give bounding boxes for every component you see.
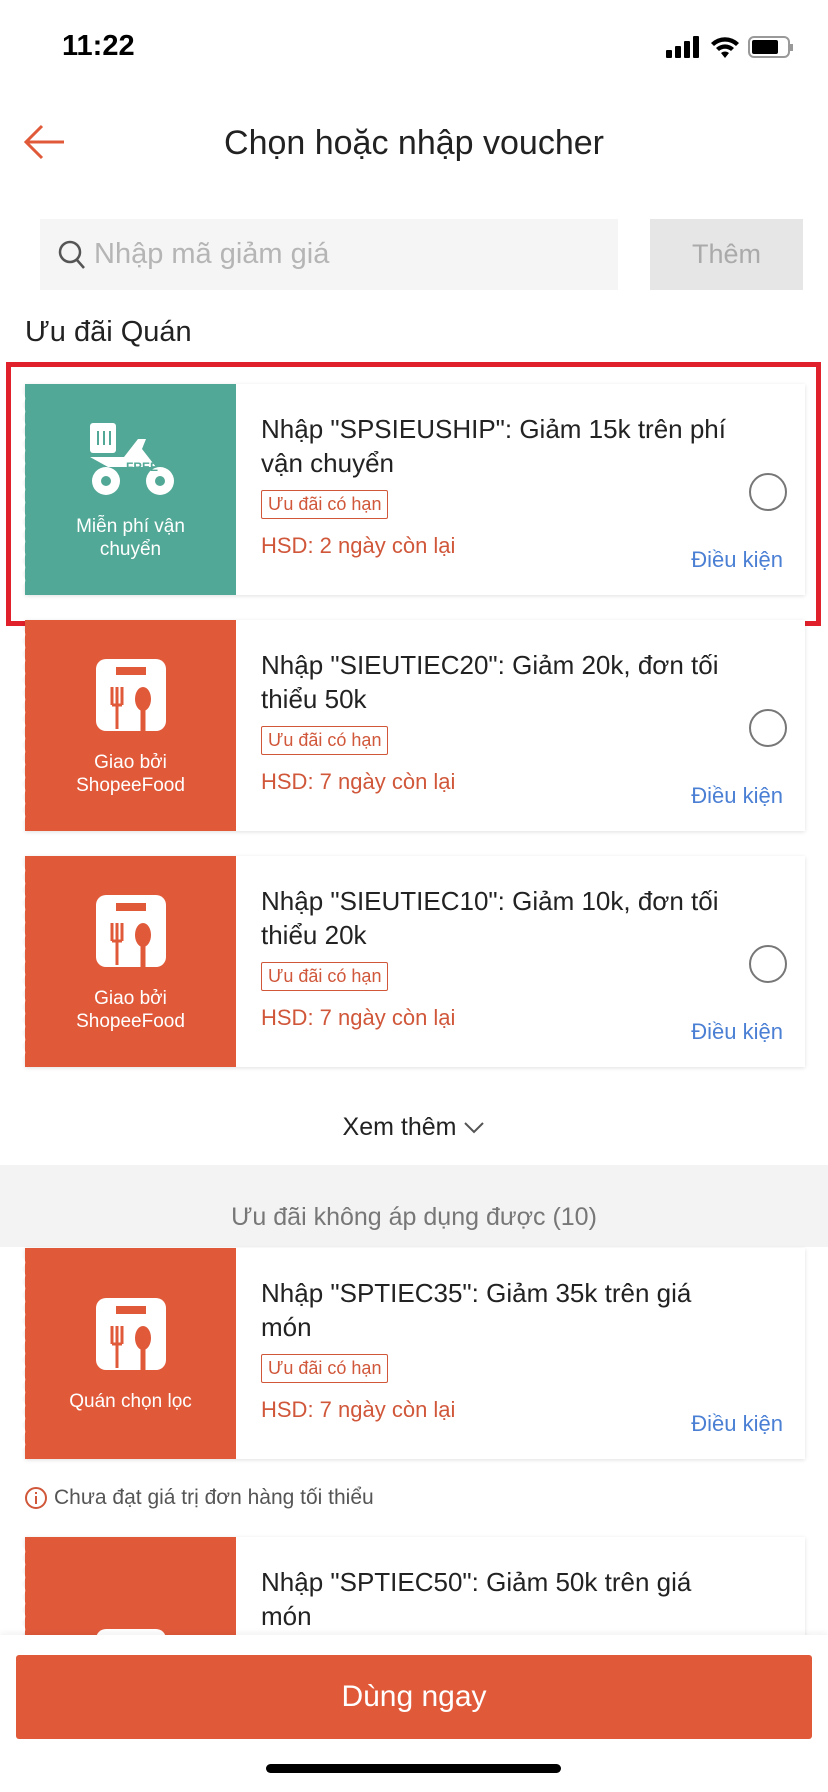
voucher-label: Giao bởi ShopeeFood: [76, 751, 185, 796]
conditions-link[interactable]: Điều kiện: [691, 783, 783, 809]
unavailable-section-title: Ưu đãi không áp dụng được (10): [0, 1165, 828, 1247]
min-order-warning: Chưa đạt giá trị đơn hàng tối thiểu: [24, 1486, 374, 1510]
voucher-name: Nhập "SIEUTIEC10": Giảm 10k, đơn tối thi…: [261, 886, 719, 950]
highlight-box: [6, 362, 821, 626]
voucher-badge: Quán chọn lọc: [20, 1248, 236, 1459]
voucher-label: Quán chọn lọc: [69, 1391, 192, 1412]
voucher-card-unavailable[interactable]: Quán chọn lọc Nhập "SPTIEC35": Giảm 35k …: [20, 1248, 805, 1459]
conditions-link[interactable]: Điều kiện: [691, 1019, 783, 1045]
voucher-card[interactable]: Giao bởi ShopeeFood Nhập "SIEUTIEC20": G…: [20, 620, 805, 831]
shopeefood-bag-icon: [95, 658, 166, 731]
limited-tag: Ưu đãi có hạn: [261, 962, 389, 991]
status-icons: [666, 36, 794, 58]
search-icon: [58, 240, 85, 269]
voucher-name: Nhập "SPTIEC35": Giảm 35k trên giá món: [261, 1278, 692, 1342]
signal-icon: [666, 36, 699, 58]
status-time: 11:22: [62, 30, 135, 62]
conditions-link[interactable]: Điều kiện: [691, 1411, 783, 1437]
warning-text: Chưa đạt giá trị đơn hàng tối thiểu: [54, 1486, 374, 1509]
voucher-name: Nhập "SIEUTIEC20": Giảm 20k, đơn tối thi…: [261, 650, 719, 714]
voucher-badge: Giao bởi ShopeeFood: [20, 856, 236, 1067]
info-icon: [25, 1487, 47, 1509]
use-now-button[interactable]: Dùng ngay: [16, 1655, 812, 1739]
voucher-code-input[interactable]: [94, 238, 574, 271]
page-title: Chọn hoặc nhập voucher: [224, 124, 604, 162]
add-voucher-button[interactable]: Thêm: [650, 219, 803, 290]
chevron-down-icon: [464, 1122, 485, 1134]
see-more-button[interactable]: Xem thêm: [0, 1113, 828, 1142]
wifi-icon: [711, 37, 739, 58]
home-indicator: [266, 1764, 561, 1773]
voucher-card[interactable]: Giao bởi ShopeeFood Nhập "SIEUTIEC10": G…: [20, 856, 805, 1067]
voucher-radio[interactable]: [749, 709, 787, 747]
voucher-badge: Giao bởi ShopeeFood: [20, 620, 236, 831]
see-more-label: Xem thêm: [342, 1113, 457, 1141]
voucher-label: Giao bởi ShopeeFood: [76, 987, 185, 1032]
shopeefood-bag-icon: [95, 1298, 166, 1370]
limited-tag: Ưu đãi có hạn: [261, 726, 389, 755]
section-title: Ưu đãi Quán: [25, 316, 192, 348]
voucher-radio[interactable]: [749, 945, 787, 983]
voucher-name: Nhập "SPTIEC50": Giảm 50k trên giá món: [261, 1567, 692, 1631]
limited-tag: Ưu đãi có hạn: [261, 1354, 389, 1383]
shopeefood-bag-icon: [95, 894, 166, 967]
voucher-search-box[interactable]: [40, 219, 618, 290]
battery-icon: [748, 36, 793, 58]
